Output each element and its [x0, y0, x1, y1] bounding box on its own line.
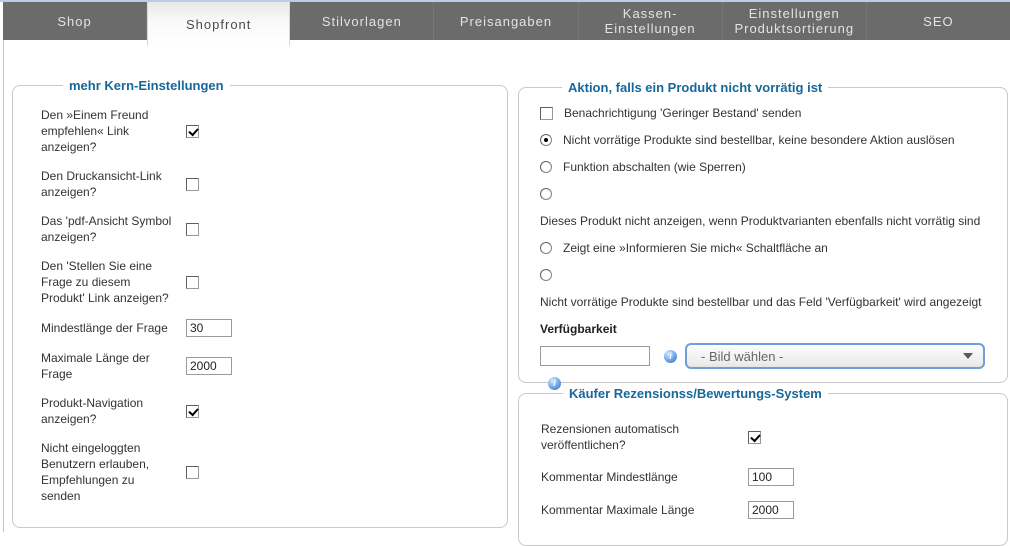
availability-controls-row: i - Bild wählen - [540, 343, 1003, 369]
tab-einstellungen-produktsortierung[interactable]: Einstellungen Produktsortierung [723, 2, 867, 40]
orderable-no-action-radio[interactable] [540, 134, 552, 146]
comment-min-length-input[interactable] [748, 468, 794, 486]
setting-row: Den 'Stellen Sie eine Frage zu diesem Pr… [41, 258, 499, 306]
field-label: Produkt-Navigation anzeigen? [41, 395, 174, 427]
setting-row: Den »Einem Freund empfehlen« Link anzeig… [41, 107, 499, 155]
panel-reviews: Käufer Rezensionss/Bewertungs-System Rez… [518, 386, 1008, 546]
radio-row: Funktion abschalten (wie Sperren) [540, 159, 1003, 175]
field-label: Das 'pdf-Ansicht Symbol anzeigen? [41, 213, 174, 245]
tab-seo[interactable]: SEO [867, 2, 1010, 40]
auto-publish-reviews-checkbox[interactable] [748, 431, 761, 444]
ask-question-checkbox[interactable] [186, 276, 199, 289]
availability-label: Verfügbarkeit [540, 321, 1003, 337]
setting-row: Mindestlänge der Frage [41, 319, 499, 337]
setting-row: Den Druckansicht-Link anzeigen? [41, 168, 499, 200]
setting-row: Benachrichtigung 'Geringer Bestand' send… [540, 105, 1003, 121]
radio-row [540, 267, 1003, 283]
setting-row: Nicht eingeloggten Benutzern erlauben, E… [41, 440, 499, 504]
field-label: Den »Einem Freund empfehlen« Link anzeig… [41, 107, 174, 155]
radio-label: Funktion abschalten (wie Sperren) [563, 160, 746, 174]
setting-row: Kommentar Maximale Länge [541, 501, 999, 519]
info-icon[interactable]: i [664, 350, 677, 363]
setting-row: Rezensionen automatisch veröffentlichen? [541, 421, 999, 453]
comment-max-length-input[interactable] [748, 501, 794, 519]
radio-row: Nicht vorrätige Produkte sind bestellbar… [540, 132, 1003, 148]
print-view-checkbox[interactable] [186, 178, 199, 191]
recommend-friend-checkbox[interactable] [186, 125, 199, 138]
image-select-dropdown[interactable]: - Bild wählen - [685, 343, 985, 369]
tab-shop[interactable]: Shop [3, 2, 147, 40]
guest-recommend-checkbox[interactable] [186, 466, 199, 479]
disable-function-radio[interactable] [540, 161, 552, 173]
field-label: Den 'Stellen Sie eine Frage zu diesem Pr… [41, 258, 174, 306]
field-label: Nicht eingeloggten Benutzern erlauben, E… [41, 440, 174, 504]
field-label: Den Druckansicht-Link anzeigen? [41, 168, 174, 200]
hide-product-radio[interactable] [540, 188, 552, 200]
panel-out-of-stock: Aktion, falls ein Produkt nicht vorrätig… [518, 80, 1008, 383]
product-navigation-checkbox[interactable] [186, 405, 199, 418]
field-label: Rezensionen automatisch veröffentlichen? [541, 421, 741, 453]
availability-input[interactable] [540, 346, 650, 366]
field-label: Benachrichtigung 'Geringer Bestand' send… [564, 106, 801, 120]
radio-row: Zeigt eine »Informieren Sie mich« Schalt… [540, 240, 1003, 256]
radio-label: Nicht vorrätige Produkte sind bestellbar… [563, 133, 955, 147]
panel-out-of-stock-legend: Aktion, falls ein Produkt nicht vorrätig… [562, 80, 828, 95]
chevron-down-icon [963, 353, 973, 359]
low-stock-notify-checkbox[interactable] [540, 107, 553, 120]
image-select-value: - Bild wählen - [701, 349, 963, 364]
setting-row: Produkt-Navigation anzeigen? [41, 395, 499, 427]
field-label: Kommentar Maximale Länge [541, 502, 741, 518]
orderable-show-availability-radio[interactable] [540, 269, 552, 281]
panel-reviews-legend: Käufer Rezensionss/Bewertungs-System [563, 386, 828, 401]
field-label: Kommentar Mindestlänge [541, 469, 741, 485]
setting-row: Maximale Länge der Frage [41, 350, 499, 382]
radio-label-below: Nicht vorrätige Produkte sind bestellbar… [540, 294, 1003, 310]
notify-me-button-radio[interactable] [540, 242, 552, 254]
tab-preisangaben[interactable]: Preisangaben [434, 2, 578, 40]
panel-core-settings-legend: mehr Kern-Einstellungen [63, 78, 230, 93]
radio-label: Zeigt eine »Informieren Sie mich« Schalt… [563, 241, 828, 255]
tab-stilvorlagen[interactable]: Stilvorlagen [290, 2, 434, 40]
tab-shopfront[interactable]: Shopfront [147, 2, 290, 46]
field-label: Mindestlänge der Frage [41, 320, 174, 336]
page-left-border [3, 40, 4, 532]
panel-core-settings: mehr Kern-Einstellungen Den »Einem Freun… [12, 78, 508, 528]
question-min-length-input[interactable] [186, 319, 232, 337]
setting-row: Kommentar Mindestlänge [541, 468, 999, 486]
radio-label-below: Dieses Produkt nicht anzeigen, wenn Prod… [540, 213, 1003, 229]
tab-kassen-einstellungen[interactable]: Kassen-Einstellungen [579, 2, 723, 40]
question-max-length-input[interactable] [186, 357, 232, 375]
tab-bar: Shop Shopfront Stilvorlagen Preisangaben… [3, 2, 1010, 40]
setting-row: Das 'pdf-Ansicht Symbol anzeigen? [41, 213, 499, 245]
field-label: Maximale Länge der Frage [41, 350, 174, 382]
radio-row [540, 186, 1003, 202]
pdf-view-checkbox[interactable] [186, 223, 199, 236]
